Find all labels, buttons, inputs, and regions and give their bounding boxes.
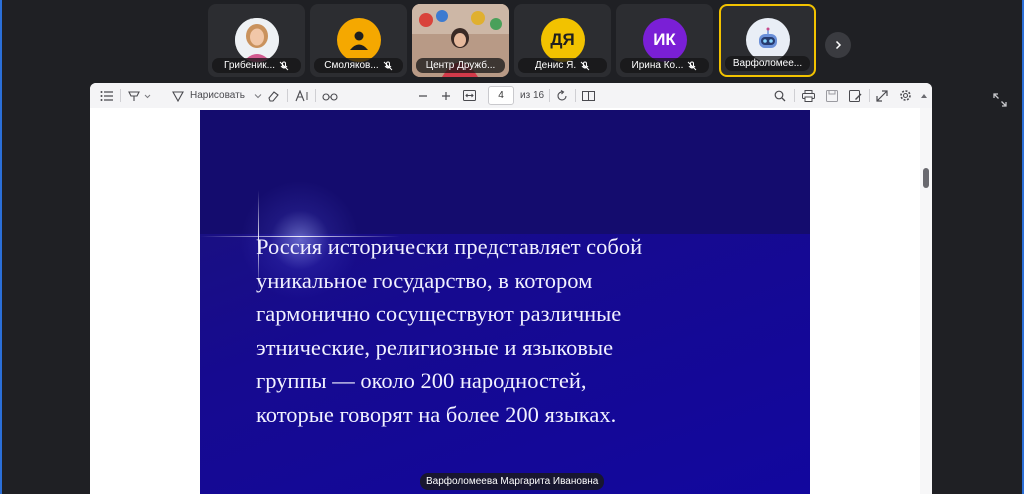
- toolbar-divider: [794, 89, 795, 102]
- participant-photo: [234, 18, 279, 62]
- expand-icon: [993, 93, 1007, 107]
- participant-label: Грибеник...: [212, 58, 301, 73]
- woman-photo-icon: [234, 18, 279, 62]
- participant-name: Ирина Ко...: [631, 60, 684, 71]
- search-icon: [774, 90, 786, 101]
- save-icon: [826, 89, 838, 102]
- mic-off-icon: [279, 61, 289, 70]
- save-as-button[interactable]: [849, 87, 862, 104]
- toolbar-divider: [287, 89, 288, 102]
- save-edit-icon: [849, 89, 862, 102]
- participant-label: Денис Я.: [518, 58, 607, 73]
- triangle-up-icon: [921, 93, 927, 98]
- fit-page-button[interactable]: [463, 87, 476, 104]
- presentation-slide: Россия исторически представляет собой ун…: [200, 110, 810, 494]
- list-icon: [100, 90, 113, 101]
- participant-tile-4[interactable]: ДЯ Денис Я.: [514, 4, 611, 77]
- slide-line: этнические, религиозные и языковые: [256, 334, 614, 360]
- mic-off-icon: [688, 61, 697, 70]
- minus-icon: [419, 94, 427, 97]
- gear-icon: [900, 90, 911, 101]
- avatar-initials: ИК: [653, 30, 676, 49]
- chevron-right-icon: [835, 40, 842, 50]
- read-aloud-button[interactable]: [322, 87, 338, 104]
- save-button[interactable]: [826, 87, 838, 104]
- eraser-button[interactable]: [267, 87, 280, 104]
- robot-icon: [758, 27, 777, 48]
- fit-width-icon: [463, 90, 476, 101]
- page-number-input[interactable]: 4: [488, 86, 514, 105]
- rotate-button[interactable]: [556, 87, 569, 104]
- highlight-button[interactable]: [128, 87, 152, 104]
- participant-tile-2[interactable]: Смоляков...: [310, 4, 407, 77]
- text-icon: [295, 89, 308, 101]
- eraser-icon: [268, 90, 279, 102]
- vertical-scrollbar[interactable]: [920, 108, 932, 494]
- zoom-in-button[interactable]: [441, 87, 451, 104]
- participant-name: Грибеник...: [224, 60, 275, 71]
- viewer-toolbar: Нарисовать 4 из 16: [90, 83, 932, 109]
- participant-label: Смоляков...: [314, 58, 403, 73]
- scroll-up-button[interactable]: [920, 87, 928, 104]
- avatar: ИК: [642, 18, 687, 62]
- toolbar-divider: [120, 89, 121, 102]
- search-button[interactable]: [774, 87, 786, 104]
- page-total-label: из 16: [520, 90, 545, 101]
- text-tool-button[interactable]: [295, 87, 311, 104]
- two-page-icon: [582, 90, 595, 101]
- avatar: ДЯ: [540, 18, 585, 62]
- mic-off-icon: [383, 61, 393, 70]
- fullscreen-button[interactable]: [876, 87, 888, 104]
- participant-label: Варфоломее...: [725, 56, 810, 71]
- slide-line: группы — около 200 народностей,: [256, 368, 587, 393]
- participant-tile-6-active-speaker[interactable]: Варфоломее...: [719, 4, 816, 77]
- toolbar-divider: [549, 89, 550, 102]
- expand-diagonal-icon: [876, 89, 888, 102]
- zoom-out-button[interactable]: [418, 87, 428, 104]
- glasses-icon: [322, 92, 338, 101]
- chevron-down-icon: [254, 93, 262, 98]
- toolbar-divider: [869, 89, 870, 102]
- toolbar-divider: [315, 89, 316, 102]
- slide-line: гармонично сосуществуют различные: [256, 301, 622, 326]
- person-icon: [349, 31, 368, 50]
- highlighter-icon: [128, 90, 151, 101]
- expand-view-button[interactable]: [990, 90, 1010, 110]
- page-total: из 16: [520, 87, 544, 104]
- page-view-button[interactable]: [582, 87, 595, 104]
- participant-name: Варфоломее...: [732, 58, 803, 69]
- pen-triangle-icon: [172, 90, 184, 102]
- slide-line: которые говорят на более 200 языках.: [256, 401, 617, 427]
- participant-name: Центр Дружб...: [425, 60, 496, 71]
- scrollbar-thumb[interactable]: [923, 168, 929, 188]
- next-participants-button[interactable]: [825, 32, 851, 58]
- participant-tile-3[interactable]: Центр Дружб...: [412, 4, 509, 77]
- draw-label: Нарисовать: [190, 90, 245, 101]
- avatar: [336, 18, 381, 62]
- print-button[interactable]: [802, 87, 815, 104]
- slide-text: Россия исторически представляет собой ун…: [256, 230, 776, 431]
- avatar-initials: ДЯ: [550, 30, 575, 49]
- participant-label: Ирина Ко...: [620, 58, 709, 73]
- draw-button[interactable]: Нарисовать: [172, 87, 263, 104]
- settings-button[interactable]: [899, 87, 912, 104]
- mic-off-icon: [580, 61, 590, 70]
- participant-tile-1[interactable]: Грибеник...: [208, 4, 305, 77]
- participant-label: Центр Дружб...: [416, 58, 505, 73]
- participant-tile-5[interactable]: ИК Ирина Ко...: [616, 4, 713, 77]
- printer-icon: [802, 89, 815, 102]
- window-frame-left: [0, 0, 2, 494]
- rotate-icon: [557, 89, 567, 101]
- slide-line: уникальное государство, в котором: [256, 267, 593, 293]
- speaker-name-badge: Варфоломеева Маргарита Ивановна: [420, 473, 605, 490]
- document-page-area[interactable]: Россия исторически представляет собой ун…: [90, 108, 920, 494]
- participant-name: Смоляков...: [324, 60, 379, 71]
- slide-line: Россия исторически представляет собой: [256, 234, 643, 259]
- document-viewer: Нарисовать 4 из 16 Россия исторически пр…: [90, 83, 932, 494]
- participant-name: Денис Я.: [534, 60, 577, 71]
- outline-button[interactable]: [100, 87, 114, 104]
- toolbar-divider: [575, 89, 576, 102]
- plus-icon: [442, 91, 450, 100]
